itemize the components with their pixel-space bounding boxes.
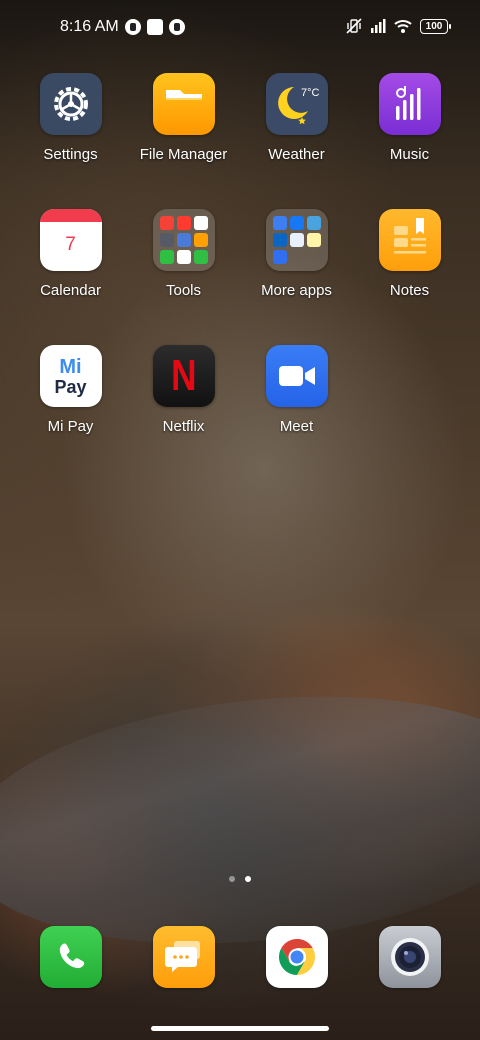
app-calendar[interactable]: 7 Calendar	[14, 209, 127, 299]
battery-indicator: 100	[420, 18, 451, 34]
app-notes[interactable]: Notes	[353, 209, 466, 299]
app-label: Notes	[389, 282, 430, 299]
settings-icon	[39, 73, 102, 135]
notification-app-icon-2	[168, 19, 185, 35]
dock-chrome[interactable]	[240, 926, 353, 988]
netflix-icon: N	[152, 345, 215, 407]
vibrate-off-icon	[346, 18, 362, 34]
mi-pay-logo-top: Mi	[59, 355, 82, 378]
page-indicator	[0, 876, 480, 882]
home-gesture-bar[interactable]	[151, 1026, 329, 1031]
notification-app-icon	[124, 19, 141, 35]
weather-temperature: 7°C	[301, 87, 320, 99]
folder-icon	[152, 73, 215, 135]
app-label: Tools	[165, 282, 202, 299]
app-music[interactable]: Music	[353, 73, 466, 163]
status-bar: 8:16 AM 100	[0, 0, 480, 56]
page-dot[interactable]	[229, 876, 235, 882]
app-meet[interactable]: Meet	[240, 345, 353, 435]
folder-tools-icon	[152, 209, 215, 271]
calendar-icon: 7	[39, 209, 102, 271]
app-label: Calendar	[40, 282, 101, 299]
app-label: Mi Pay	[47, 418, 94, 435]
dock-messages[interactable]	[127, 926, 240, 988]
app-settings[interactable]: Settings	[14, 73, 127, 163]
wifi-icon	[394, 20, 412, 33]
app-label: Weather	[268, 146, 325, 163]
app-label: Music	[389, 146, 430, 163]
notes-icon	[378, 209, 441, 271]
signal-icon	[371, 19, 386, 33]
app-folder-tools[interactable]: Tools	[127, 209, 240, 299]
app-label: More apps	[261, 282, 332, 299]
mi-pay-logo-bottom: Pay	[54, 376, 87, 397]
page-dot-active[interactable]	[245, 876, 251, 882]
meet-camera-icon	[265, 345, 328, 407]
phone-icon	[39, 926, 102, 988]
notification-square-icon	[146, 19, 163, 35]
messages-icon	[152, 926, 215, 988]
app-netflix[interactable]: N Netflix	[127, 345, 240, 435]
app-label: Netflix	[162, 418, 205, 435]
camera-icon	[378, 926, 441, 988]
netflix-logo: N	[170, 351, 197, 400]
app-folder-more-apps[interactable]: More apps	[240, 209, 353, 299]
app-label: Settings	[43, 146, 98, 163]
calendar-day: 7	[65, 234, 76, 255]
app-file-manager[interactable]: File Manager	[127, 73, 240, 163]
weather-moon-icon: 7°C	[265, 73, 328, 135]
dock-camera[interactable]	[353, 926, 466, 988]
app-label: File Manager	[139, 146, 228, 163]
mi-pay-icon: Mi Pay	[39, 345, 102, 407]
folder-more-apps-icon	[265, 209, 328, 271]
dock-phone[interactable]	[14, 926, 127, 988]
app-mi-pay[interactable]: Mi Pay Mi Pay	[14, 345, 127, 435]
chrome-icon	[265, 926, 328, 988]
status-time: 8:16 AM	[60, 18, 119, 35]
music-icon	[378, 73, 441, 135]
app-label: Meet	[279, 418, 314, 435]
app-weather[interactable]: 7°C Weather	[240, 73, 353, 163]
